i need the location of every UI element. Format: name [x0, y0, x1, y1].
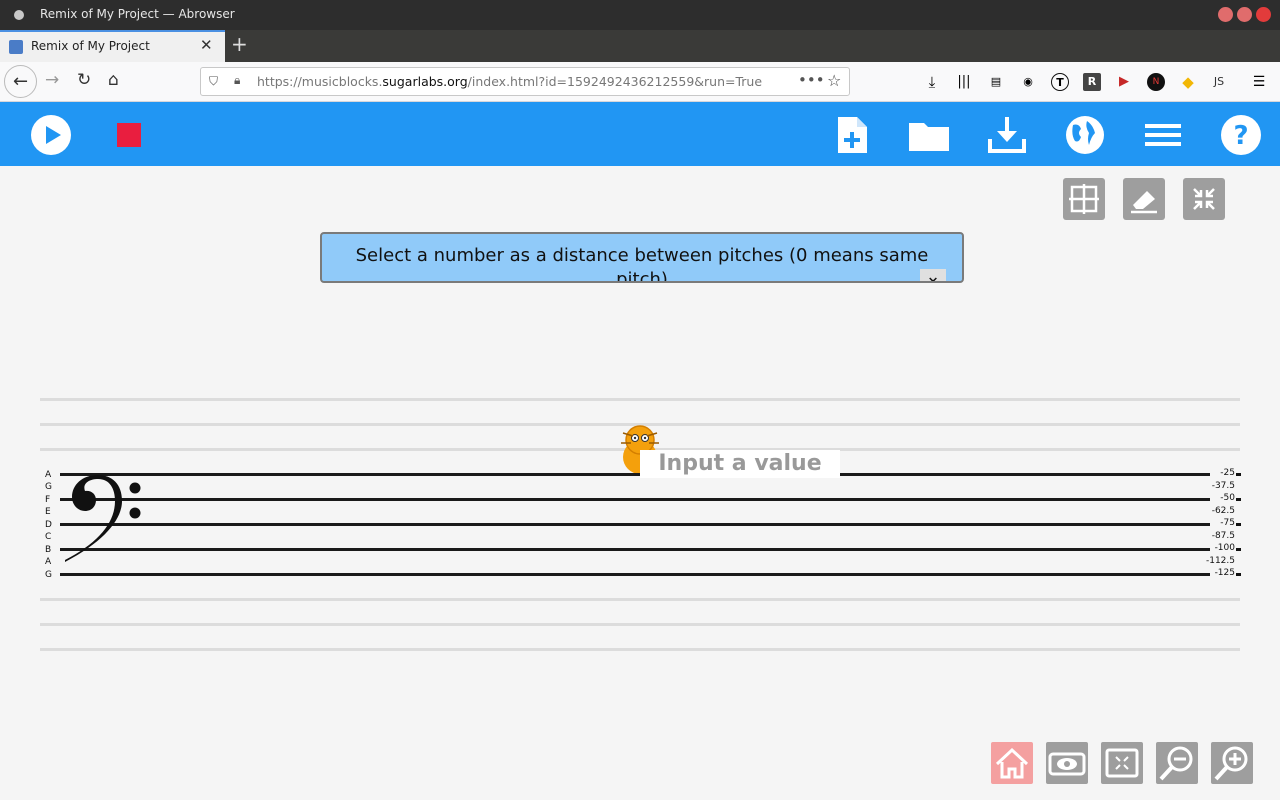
shield-icon[interactable]: ⛉ [209, 74, 218, 89]
back-button[interactable]: ← [4, 65, 37, 98]
app-icon [14, 10, 24, 20]
ledger-line [40, 598, 1240, 601]
home-button[interactable]: ⌂ [108, 70, 119, 90]
value-input[interactable]: Input a value [640, 450, 840, 478]
staff-line [60, 548, 1210, 551]
pitch-value-label: -62.5 [1211, 506, 1235, 516]
extension-diamond-icon[interactable]: ◆ [1179, 73, 1197, 91]
collapse-icon [1193, 188, 1215, 210]
ledger-line [40, 623, 1240, 626]
javascript-toggle-icon[interactable]: JS [1210, 73, 1228, 91]
new-project-button[interactable] [832, 115, 872, 155]
window-titlebar: Remix of My Project — Abrowser [0, 0, 1280, 30]
pitch-value-label: -37.5 [1211, 481, 1235, 491]
zoom-out-button[interactable] [1156, 742, 1198, 784]
note-label: C [45, 532, 52, 542]
canvas-area[interactable]: Select a number as a distance between pi… [5, 166, 1280, 800]
collapse-button[interactable] [1183, 178, 1225, 220]
extension-r-icon[interactable]: R [1083, 73, 1101, 91]
language-globe-button[interactable] [1065, 115, 1105, 155]
show-hide-blocks-button[interactable] [1046, 742, 1088, 784]
note-label: F [45, 495, 51, 505]
pitch-distance-prompt: Select a number as a distance between pi… [320, 232, 964, 283]
downloads-icon[interactable]: ⤓ [923, 73, 941, 91]
note-label: A [45, 470, 52, 480]
stop-button[interactable] [117, 123, 141, 147]
eye-icon [1048, 752, 1086, 776]
eraser-icon [1131, 191, 1157, 214]
staff-line [60, 523, 1210, 526]
tick-mark [1236, 573, 1241, 576]
tab-title: Remix of My Project [31, 39, 150, 53]
pitch-value-label: -50 [1220, 493, 1235, 503]
hamburger-menu-button[interactable] [1143, 115, 1183, 155]
navigation-bar: ← → ↻ ⌂ ⛉ 🔒︎ https://musicblocks.sugarla… [0, 62, 1280, 102]
pitch-value-label: -125 [1214, 568, 1235, 578]
note-label: E [45, 507, 51, 517]
tick-mark [1236, 548, 1241, 551]
chevron-down-icon[interactable]: ⌄ [920, 268, 946, 281]
ledger-line [40, 398, 1240, 401]
tab-active[interactable]: Remix of My Project ✕ [0, 30, 225, 62]
tab-close-button[interactable]: ✕ [200, 36, 213, 54]
maximize-button[interactable] [1237, 7, 1252, 22]
music-blocks-toolbar: ? [0, 102, 1280, 166]
pitch-value-label: -75 [1220, 518, 1235, 528]
pitch-value-label: -112.5 [1205, 556, 1235, 566]
svg-text:?: ? [1233, 121, 1248, 151]
tick-mark [1236, 523, 1241, 526]
forward-button[interactable]: → [45, 70, 59, 90]
expand-blocks-button[interactable] [1101, 742, 1143, 784]
ledger-line [40, 648, 1240, 651]
expand-icon [1105, 748, 1139, 778]
tick-mark [1236, 473, 1241, 476]
zoom-in-button[interactable] [1211, 742, 1253, 784]
zoom-out-icon [1159, 746, 1193, 781]
tab-bar: Remix of My Project ✕ + [0, 30, 1280, 62]
window-title: Remix of My Project — Abrowser [40, 7, 235, 21]
page-actions-icon[interactable]: ••• [798, 71, 825, 89]
note-label: D [45, 520, 52, 530]
account-icon[interactable]: ◉ [1019, 73, 1037, 91]
noscript-icon[interactable]: N [1147, 73, 1165, 91]
house-icon [995, 747, 1029, 779]
prompt-text: Select a number as a distance between pi… [355, 245, 929, 283]
note-label: B [45, 545, 52, 555]
minimize-button[interactable] [1218, 7, 1233, 22]
bass-clef-icon [65, 475, 141, 562]
grid-button[interactable] [1063, 178, 1105, 220]
help-button[interactable]: ? [1221, 115, 1261, 155]
extension-t-icon[interactable]: T [1051, 73, 1069, 91]
favicon-icon [9, 40, 23, 54]
menu-icon[interactable]: ☰ [1250, 73, 1268, 91]
bookmark-star-icon[interactable]: ☆ [827, 71, 841, 90]
play-button[interactable] [31, 115, 71, 155]
url-text[interactable]: https://musicblocks.sugarlabs.org/index.… [257, 74, 762, 89]
extension-play-icon[interactable]: ▶ [1115, 73, 1133, 91]
staff-line [60, 573, 1210, 576]
zoom-in-icon [1214, 746, 1248, 781]
note-label: A [45, 557, 52, 567]
reload-button[interactable]: ↻ [77, 70, 91, 90]
grid-icon [1069, 184, 1099, 214]
close-window-button[interactable] [1256, 7, 1271, 22]
url-bar[interactable]: ⛉ 🔒︎ https://musicblocks.sugarlabs.org/i… [200, 67, 850, 96]
save-download-button[interactable] [987, 115, 1027, 155]
new-tab-button[interactable]: + [231, 32, 248, 56]
staff-line [60, 498, 1210, 501]
tick-mark [1236, 498, 1241, 501]
note-label: G [45, 482, 52, 492]
staff-line [60, 473, 1210, 476]
library-icon[interactable]: ||| [955, 73, 973, 91]
note-label: G [45, 570, 52, 580]
sidebar-icon[interactable]: ▤ [987, 73, 1005, 91]
lock-icon[interactable]: 🔒︎ [234, 73, 240, 88]
clear-button[interactable] [1123, 178, 1165, 220]
pitch-value-label: -87.5 [1211, 531, 1235, 541]
home-view-button[interactable] [991, 742, 1033, 784]
pitch-value-label: -100 [1214, 543, 1235, 553]
pitch-value-label: -25 [1220, 468, 1235, 478]
open-folder-button[interactable] [909, 115, 949, 155]
